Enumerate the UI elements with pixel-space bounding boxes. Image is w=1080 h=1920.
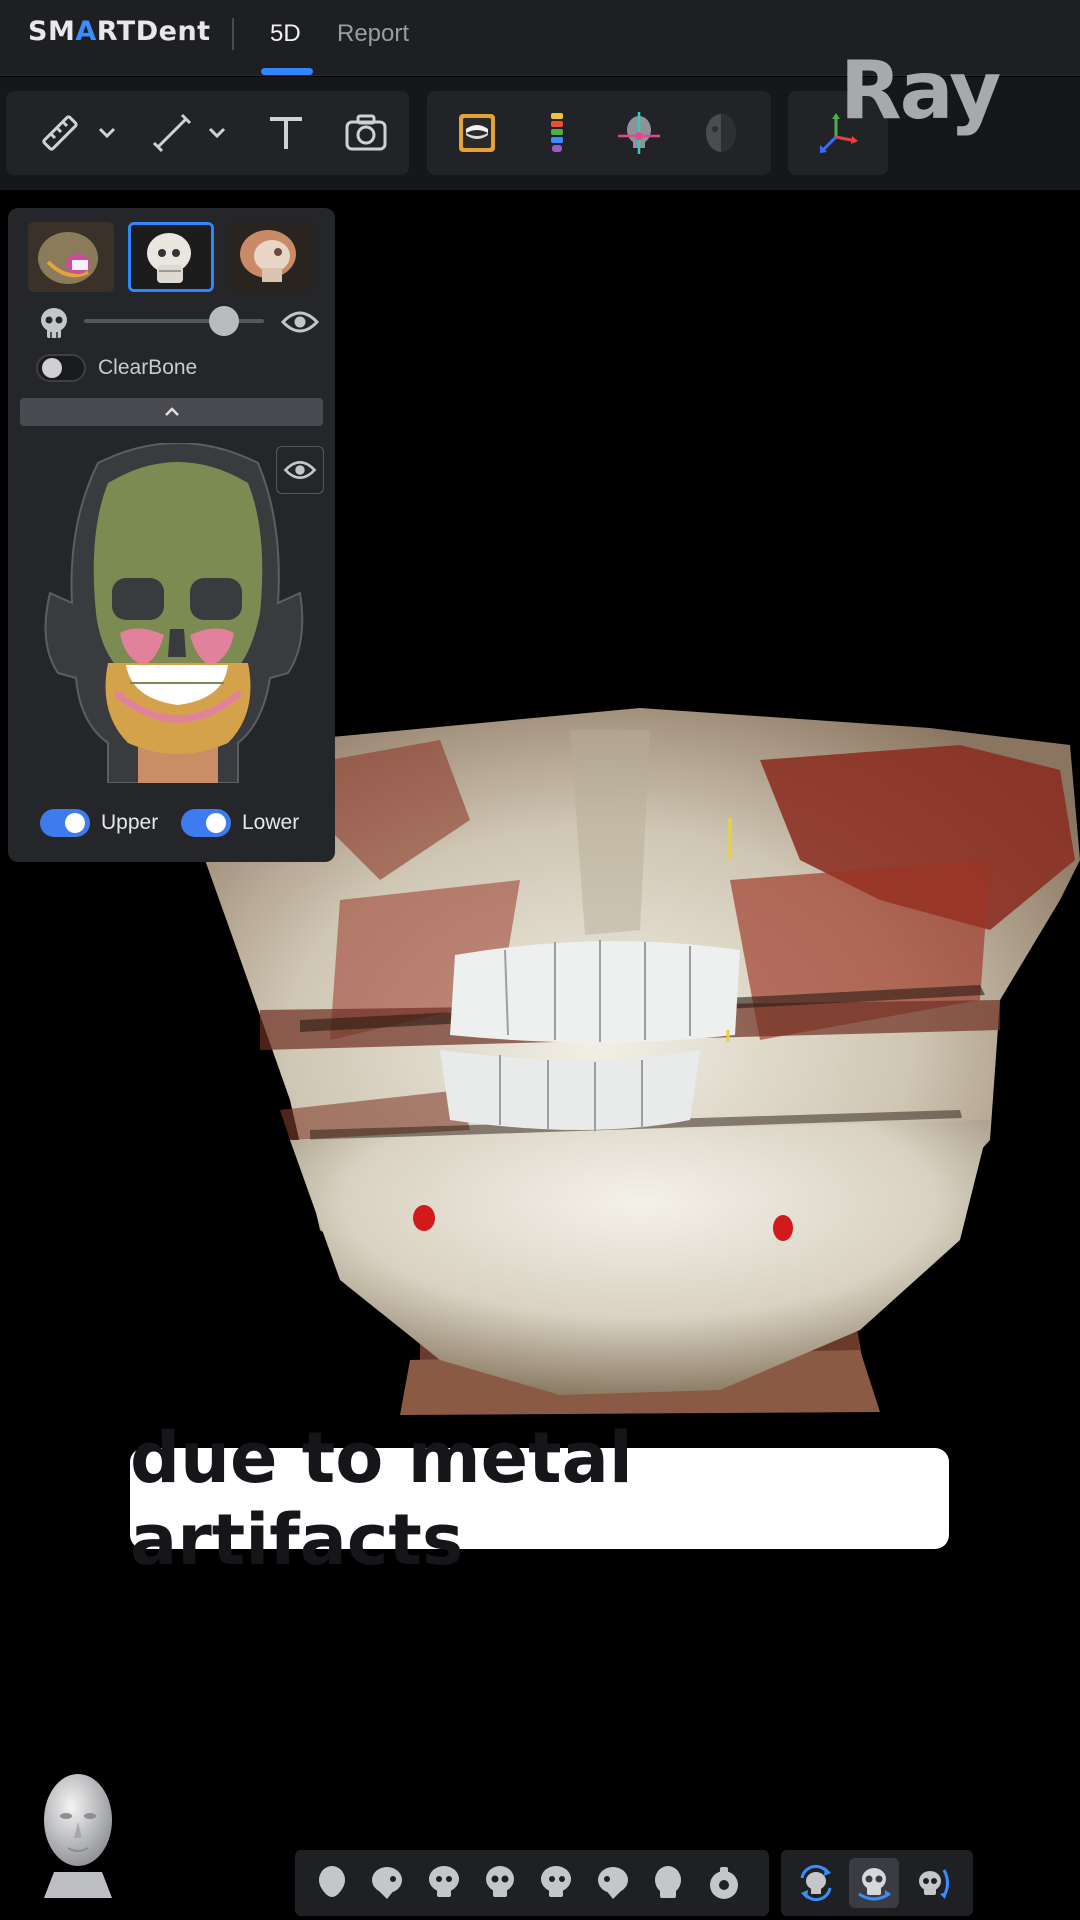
tab-5d[interactable]: 5D xyxy=(270,20,301,48)
eye-icon[interactable] xyxy=(280,308,320,341)
text-icon[interactable] xyxy=(256,91,316,175)
clearbone-toggle[interactable] xyxy=(36,354,86,382)
front-skull-view-icon[interactable] xyxy=(475,1858,525,1908)
chevron-up-icon xyxy=(164,407,179,416)
skull-opacity-icon xyxy=(38,306,70,345)
render-preset-thumbnail-3[interactable] xyxy=(228,222,314,292)
clearbone-label: ClearBone xyxy=(98,356,198,379)
upper-label: Upper xyxy=(101,811,159,834)
lower-toggle[interactable] xyxy=(181,809,231,837)
subtitle-caption: due to metal artifacts xyxy=(130,1417,949,1581)
render-preset-thumbnail-1[interactable] xyxy=(28,222,114,292)
left-oblique-view-icon[interactable] xyxy=(419,1858,469,1908)
collapse-panel-button[interactable] xyxy=(20,398,323,426)
right-lateral-view-icon[interactable] xyxy=(363,1858,413,1908)
segment-visibility-button[interactable] xyxy=(276,446,324,494)
left-lateral-view-icon[interactable] xyxy=(587,1858,637,1908)
face-mask-icon[interactable] xyxy=(693,91,749,175)
opacity-slider-knob[interactable] xyxy=(209,306,240,336)
lower-label: Lower xyxy=(242,811,300,834)
render-settings-panel: ClearBone Upper Lower xyxy=(8,208,335,862)
right-oblique-view-icon[interactable] xyxy=(531,1858,581,1908)
camera-icon[interactable] xyxy=(336,91,396,175)
front-view-icon[interactable] xyxy=(307,1858,357,1908)
posterior-view-icon[interactable] xyxy=(643,1858,693,1908)
landmark-point-left[interactable] xyxy=(413,1205,435,1231)
brand-watermark: Ray xyxy=(840,44,1001,137)
app-logo: SMARTDent xyxy=(28,16,211,47)
ruler-icon[interactable] xyxy=(30,91,90,175)
view-preset-bar xyxy=(295,1850,769,1916)
top-view-icon[interactable] xyxy=(699,1858,749,1908)
view-mode-bar xyxy=(781,1850,973,1916)
rotate-mode-icon[interactable] xyxy=(791,1858,841,1908)
render-preset-thumbnail-2[interactable] xyxy=(128,222,214,292)
tab-report[interactable]: Report xyxy=(337,20,409,48)
anatomy-segment-diagram[interactable] xyxy=(38,442,318,788)
implant-icon[interactable] xyxy=(529,91,585,175)
dental-tool-group xyxy=(427,91,771,175)
orientation-head-widget[interactable] xyxy=(32,1762,124,1898)
landmark-icon[interactable] xyxy=(611,91,667,175)
eye-icon xyxy=(283,461,317,479)
caption-text: due to metal artifacts xyxy=(130,1416,633,1581)
landmark-point-right[interactable] xyxy=(773,1215,793,1241)
line-measure-icon[interactable] xyxy=(142,91,202,175)
chevron-down-icon[interactable] xyxy=(92,91,122,175)
active-tab-indicator xyxy=(261,68,313,75)
upper-toggle[interactable] xyxy=(40,809,90,837)
reset-rotation-mode-icon[interactable] xyxy=(907,1858,957,1908)
chevron-down-icon[interactable] xyxy=(202,91,232,175)
header-divider xyxy=(232,18,234,50)
measure-tool-group xyxy=(6,91,409,175)
skull-mode-icon[interactable] xyxy=(849,1858,899,1908)
panoramic-icon[interactable] xyxy=(449,91,505,175)
